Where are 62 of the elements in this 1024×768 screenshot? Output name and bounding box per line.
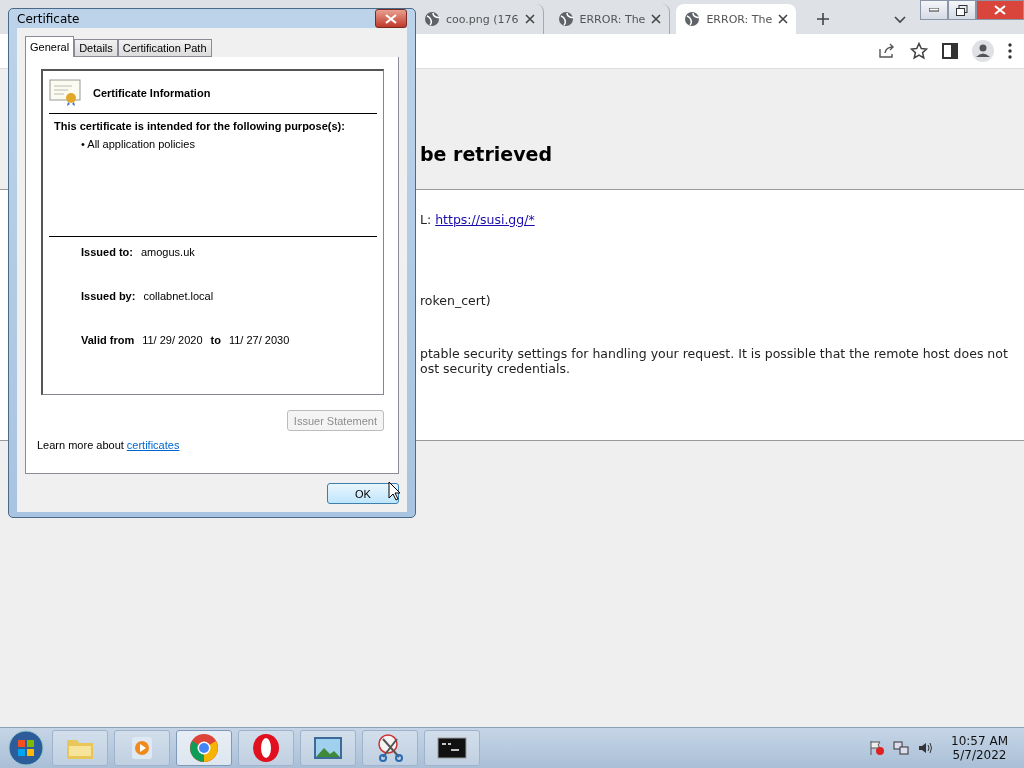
minimize-icon (929, 8, 939, 12)
tab-title: coo.png (176 (446, 12, 519, 26)
menu-icon[interactable] (1008, 43, 1012, 59)
network-icon[interactable] (893, 740, 910, 756)
dialog-close-button[interactable] (375, 9, 407, 28)
scissors-icon (375, 733, 405, 763)
field-label: to (210, 334, 221, 346)
start-button[interactable] (6, 729, 46, 767)
photo-viewer-icon (312, 735, 344, 761)
close-icon (994, 5, 1006, 15)
volume-icon[interactable] (917, 740, 934, 756)
field-value: 11/ 27/ 2030 (228, 334, 290, 346)
purpose-title: This certificate is intended for the following purpose(s): (54, 120, 346, 132)
restore-icon (956, 4, 968, 16)
field-value: collabnet.local (143, 290, 214, 302)
chrome-icon (189, 733, 219, 763)
field-value: 11/ 29/ 2020 (142, 334, 203, 346)
share-icon[interactable] (878, 43, 896, 59)
purpose-item: • All application policies (81, 138, 196, 150)
star-icon[interactable] (910, 42, 928, 60)
close-icon (385, 13, 397, 24)
ok-button[interactable]: OK (327, 483, 399, 504)
globe-icon (424, 11, 440, 27)
side-panel-icon[interactable] (942, 43, 958, 59)
learn-more-text: Learn more about (37, 439, 124, 451)
error-code: roken_cert) (420, 293, 492, 308)
chevron-down-icon[interactable] (894, 16, 907, 24)
clock[interactable]: 10:57 AM 5/7/2022 (941, 734, 1018, 762)
action-center-flag-icon[interactable] (869, 740, 886, 756)
profile-icon[interactable] (972, 40, 994, 62)
tab-title: ERROR: The (579, 12, 646, 26)
close-icon[interactable] (651, 14, 662, 24)
certificates-link[interactable]: certificates (126, 439, 180, 451)
opera-icon (251, 733, 281, 763)
play-icon (130, 735, 154, 761)
close-icon[interactable] (778, 14, 789, 24)
url-link[interactable]: https://susi.gg/* (435, 212, 535, 227)
taskbar-app-button[interactable] (424, 730, 480, 766)
tab-title: ERROR: The (706, 12, 773, 26)
globe-icon (684, 11, 701, 27)
certificate-icon (49, 79, 81, 107)
globe-icon (557, 11, 574, 27)
cursor-icon (388, 481, 401, 501)
dialog-title: Certificate (17, 11, 80, 26)
field-label: Valid from (81, 334, 135, 346)
info-heading: Certificate Information (93, 87, 211, 99)
plus-icon[interactable] (816, 12, 831, 26)
error-message: ptable security settings for handling your request. It is possible that the remote host does not ost security credentials. (420, 346, 1009, 376)
terminal-icon (437, 736, 467, 760)
field-label: Issued by: (81, 290, 136, 302)
dialog-tab[interactable]: General (25, 36, 75, 57)
dialog-tab[interactable]: Certification Path (117, 39, 212, 57)
dialog-tab[interactable]: Details (74, 39, 118, 57)
field-value: amogus.uk (140, 246, 195, 258)
restore-button[interactable] (948, 0, 976, 20)
error-heading: be retrieved (420, 143, 553, 165)
window-close-button[interactable] (976, 0, 1024, 20)
taskbar-app-button[interactable] (362, 730, 418, 766)
browser-tab[interactable]: ERROR: The (676, 4, 797, 34)
field-label: Issued to: (81, 246, 133, 258)
close-icon[interactable] (524, 14, 535, 24)
url-label: L: (420, 212, 433, 227)
